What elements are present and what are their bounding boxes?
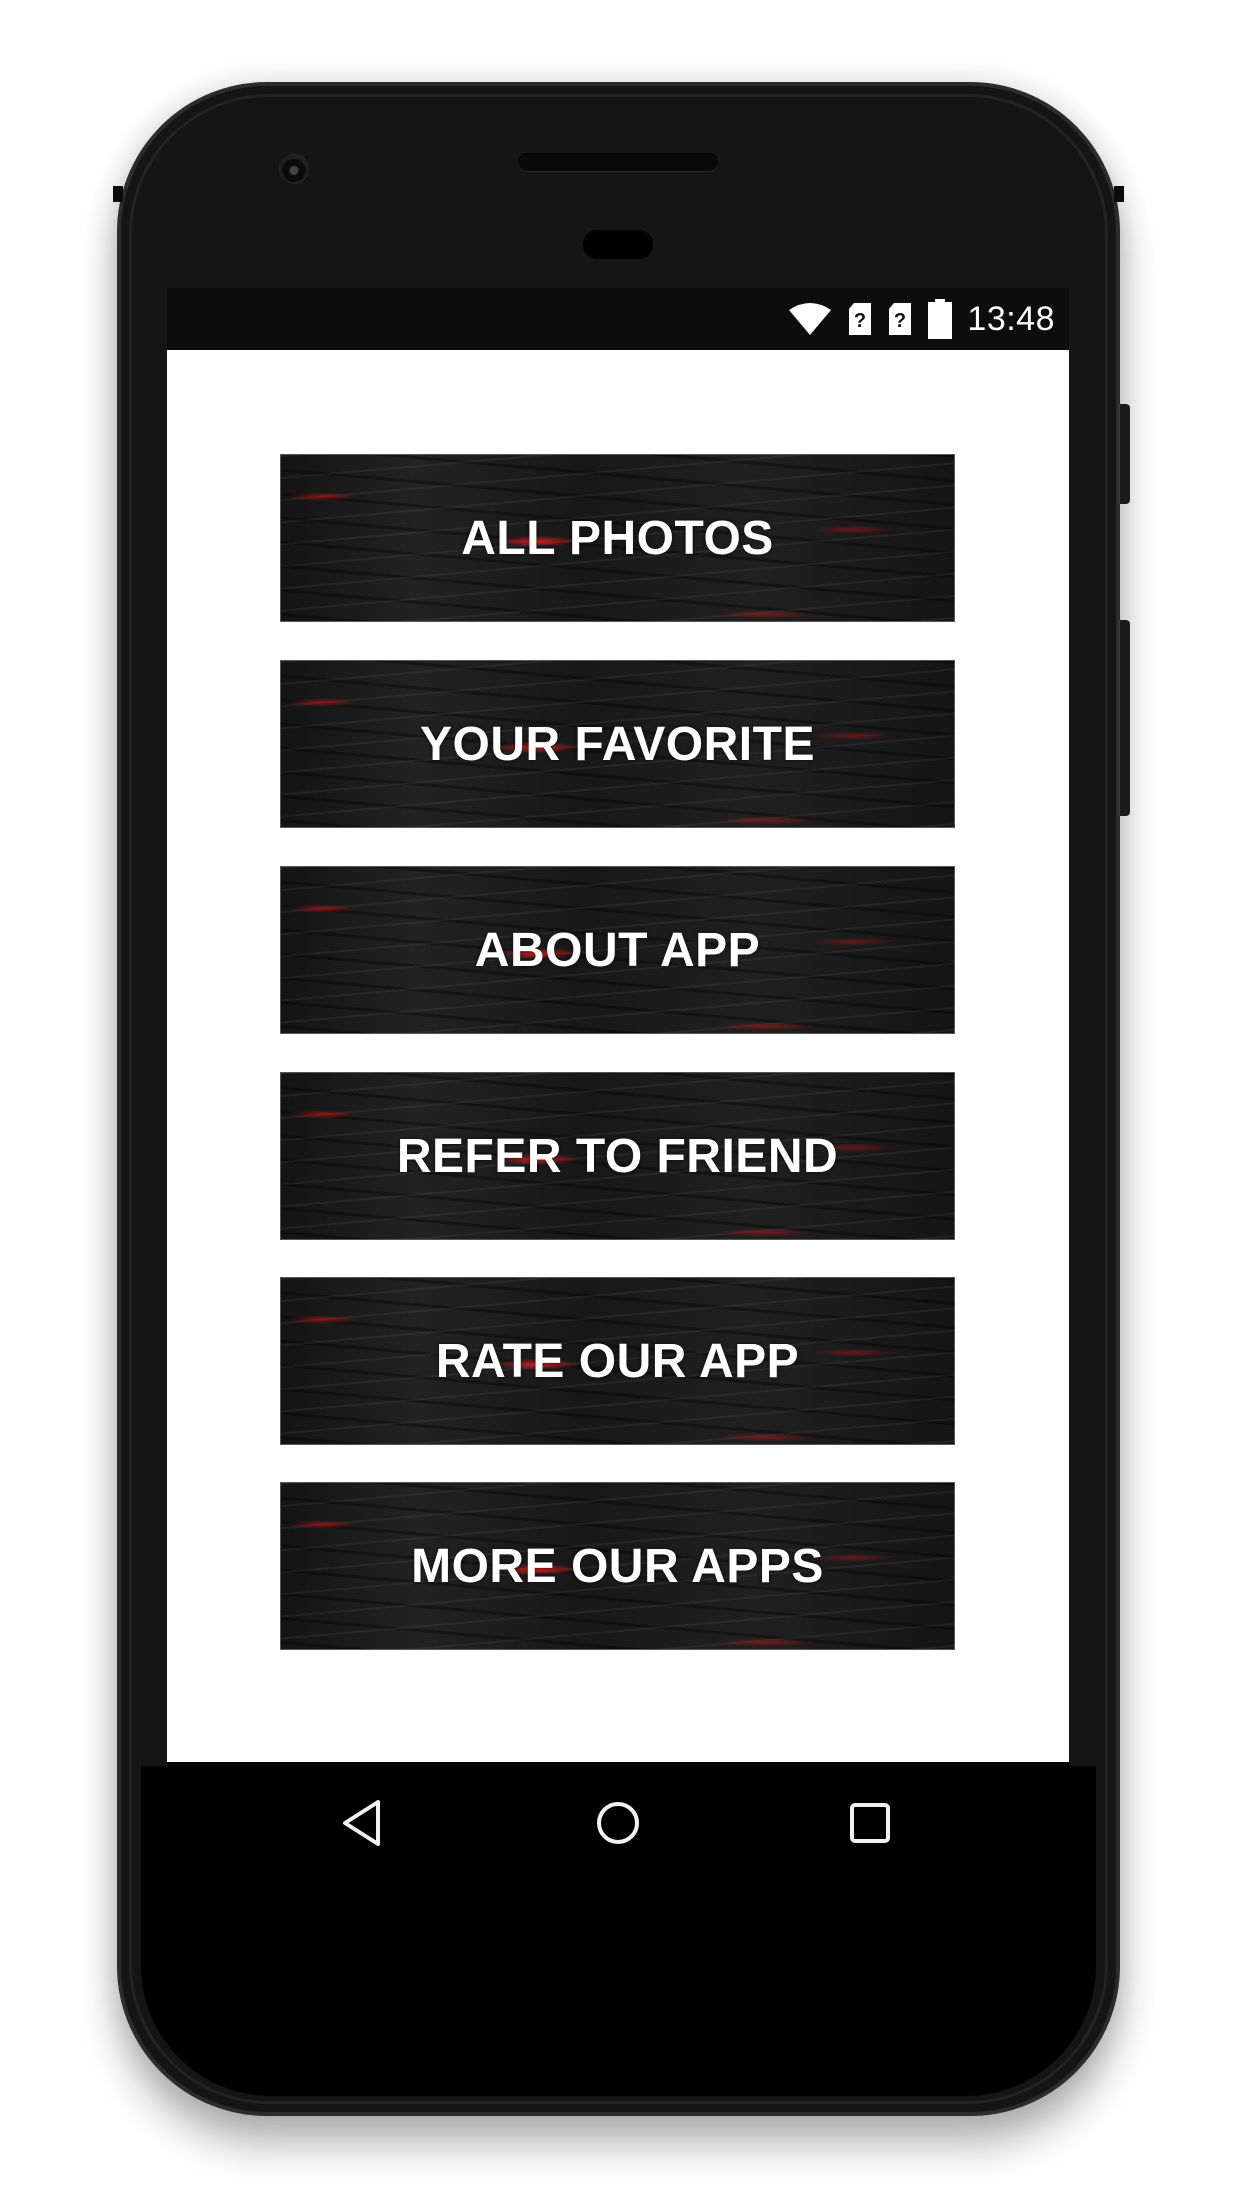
refer-to-friend-button[interactable]: REFER TO FRIEND	[280, 1072, 955, 1240]
status-time: 13:48	[967, 299, 1055, 338]
home-circle-icon	[595, 1800, 641, 1851]
navigation-bar	[167, 1762, 1069, 1887]
more-our-apps-button[interactable]: MORE OUR APPS	[280, 1482, 955, 1650]
sim-unknown-icon: ?	[847, 302, 873, 336]
main-menu: ALL PHOTOS YOUR FAVORITE ABOUT APP REFER…	[167, 350, 1069, 1762]
battery-full-icon	[927, 299, 953, 339]
rate-our-app-button[interactable]: RATE OUR APP	[280, 1277, 955, 1445]
sim-unknown-icon: ?	[887, 302, 913, 336]
svg-text:?: ?	[894, 310, 906, 332]
recents-square-icon	[849, 1802, 891, 1849]
button-label: REFER TO FRIEND	[396, 1129, 839, 1183]
volume-button	[1118, 620, 1130, 816]
proximity-sensor	[583, 230, 653, 259]
home-button[interactable]	[592, 1799, 644, 1851]
button-label: ALL PHOTOS	[461, 511, 774, 565]
about-app-button[interactable]: ABOUT APP	[280, 866, 955, 1034]
your-favorite-button[interactable]: YOUR FAVORITE	[280, 660, 955, 828]
button-label: RATE OUR APP	[435, 1334, 800, 1388]
button-label: ABOUT APP	[474, 923, 761, 977]
device-screen: ? ? 13:48 ALL PHOTOS YOUR FAVORITE ABOUT…	[167, 288, 1069, 1762]
all-photos-button[interactable]: ALL PHOTOS	[280, 454, 955, 622]
back-triangle-icon	[340, 1799, 384, 1852]
recents-button[interactable]	[844, 1799, 896, 1851]
power-button	[1118, 404, 1130, 504]
status-bar: ? ? 13:48	[167, 288, 1069, 350]
button-label: MORE OUR APPS	[411, 1539, 824, 1593]
button-label: YOUR FAVORITE	[420, 717, 815, 771]
frame-notch-right	[1114, 186, 1124, 202]
wifi-icon	[787, 302, 833, 336]
svg-text:?: ?	[854, 310, 866, 332]
front-camera-icon	[279, 154, 309, 184]
earpiece-speaker	[518, 153, 718, 171]
frame-notch-left	[113, 186, 123, 202]
back-button[interactable]	[336, 1799, 388, 1851]
